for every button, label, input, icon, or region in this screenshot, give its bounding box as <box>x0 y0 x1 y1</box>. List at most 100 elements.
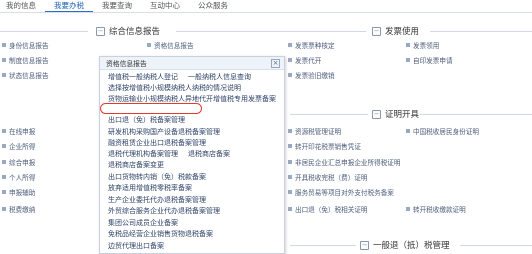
menu-item-label: 资格信息报告 <box>154 42 194 50</box>
menu-item[interactable]: 企业所得 <box>2 143 35 151</box>
popup-item[interactable]: 出口货物转内销（免）税款备案 <box>108 173 206 182</box>
menu-item[interactable]: 申报辅助 <box>2 189 35 197</box>
close-icon[interactable]: × <box>271 59 280 68</box>
popup-item-label[interactable]: 集团公司成员企业备案 <box>108 219 178 227</box>
section-line-bottom-b <box>460 239 532 251</box>
menu-item[interactable]: 自印发票申请 <box>406 57 453 65</box>
menu-item[interactable]: 税费缴纳 <box>2 206 35 214</box>
bullet-icon <box>2 190 6 194</box>
menu-item[interactable]: 开具税收完税（费）证明 <box>288 174 368 182</box>
popup-item[interactable]: 放弃适用增值税零税率备案 <box>108 184 192 193</box>
menu-item[interactable]: 资源税管理证明 <box>288 128 341 136</box>
menu-item-label: 个人所得 <box>9 174 36 182</box>
divider <box>430 31 532 32</box>
popup-item-label[interactable]: 外贸综合服务企业代办退税备案管理 <box>108 207 220 215</box>
tab-query[interactable]: 我要查询 <box>93 0 141 10</box>
menu-item[interactable]: 状态信息报告 <box>2 72 49 80</box>
menu-item[interactable]: 发票票种核定 <box>288 42 335 50</box>
popup-item[interactable]: 免税品经营企业销售货物退税备案 <box>108 230 213 239</box>
bullet-icon <box>288 175 292 179</box>
popup-item-label[interactable]: 出口货物转内销（免）税款备案 <box>108 173 206 181</box>
popup-item-label[interactable]: 出口退（免）税备案管理 <box>108 116 185 124</box>
menu-item[interactable]: 个人所得 <box>2 174 35 182</box>
divider <box>460 245 532 246</box>
popup-item-label[interactable]: 选择按增值税小规模纳税人纳税的情况说明 <box>108 84 241 92</box>
bullet-icon <box>2 58 6 62</box>
popup-item-label[interactable]: 边贸代理出口备案 <box>108 242 164 250</box>
menu-item-label: 转开税收缴款证明 <box>413 206 466 214</box>
popup-item-label[interactable]: 退税代理机构备案管理 <box>108 150 178 158</box>
menu-item[interactable]: 发票代开 <box>288 57 321 65</box>
menu-item[interactable]: 出口退（免）税相关证明 <box>288 206 368 214</box>
popup-item[interactable]: 边贸代理出口备案 <box>108 242 164 251</box>
bullet-icon <box>2 144 6 148</box>
menu-item-label: 资源税管理证明 <box>295 128 342 136</box>
popup-item-export-refund[interactable]: 出口退（免）税备案管理 <box>108 116 185 125</box>
popup-item-label[interactable]: 货物运输业小规模纳税人异地代开增值税专用发票备案 <box>108 95 276 103</box>
popup-item-label[interactable]: 一般纳税人信息查询 <box>188 73 251 81</box>
popup-item-label[interactable]: 研发机构采购国产设备退税备案管理 <box>108 128 220 136</box>
bullet-icon <box>2 175 6 179</box>
menu-item-label: 转开印花税票销售凭证 <box>295 143 361 151</box>
bullet-icon <box>288 73 292 77</box>
bullet-icon <box>406 207 410 211</box>
popup-item[interactable]: 研发机构采购国产设备退税备案管理 <box>108 128 220 137</box>
menu-item-label: 状态信息报告 <box>9 72 49 80</box>
tab-public-service[interactable]: 公众服务 <box>189 0 237 10</box>
popup-item[interactable]: 生产企业委托代办退税备案管理 <box>108 196 206 205</box>
menu-item-label: 出口退（免）税相关证明 <box>295 206 368 214</box>
popup-item[interactable]: 集团公司成员企业备案 <box>108 219 178 228</box>
popup-item-label[interactable]: 增值税一般纳税人登记 <box>108 73 178 81</box>
section-icon: − <box>372 109 381 119</box>
popup-item-label[interactable]: 退税商店备案变更 <box>108 161 164 169</box>
menu-item-label: 开具税收完税（费）证明 <box>295 174 368 182</box>
popup-item[interactable]: 增值税一般纳税人登记 一般纳税人信息查询 <box>108 73 251 82</box>
popup-item[interactable]: 退税商店备案变更 <box>108 161 164 170</box>
bullet-icon <box>288 58 292 62</box>
menu-item[interactable]: 转开印花税票销售凭证 <box>288 143 361 151</box>
menu-item[interactable]: 转开税收缴款证明 <box>406 206 466 214</box>
popup-item-label[interactable]: 放弃适用增值税零税率备案 <box>108 184 192 192</box>
menu-item[interactable]: 综合申报 <box>2 159 35 167</box>
menu-item[interactable]: 在线申报 <box>2 128 35 136</box>
popup-item-label[interactable]: 退税商店备案 <box>188 150 230 158</box>
section-icon: − <box>372 26 381 36</box>
bullet-icon <box>2 73 6 77</box>
popup-item-label[interactable]: 免税品经营企业销售货物退税备案 <box>108 230 213 238</box>
menu-item[interactable]: 发票验旧缴销 <box>288 72 335 80</box>
menu-item[interactable]: 制度信息报告 <box>2 57 49 65</box>
menu-item-label: 发票票种核定 <box>295 42 335 50</box>
section-title: 一般退（抵）税管理 <box>373 241 450 251</box>
menu-item[interactable]: 发票领用 <box>406 42 439 50</box>
menu-item[interactable]: 资格信息报告 <box>147 42 194 50</box>
menu-item-label: 中国税收居民身份证明 <box>413 128 479 136</box>
section-title: 综合信息报告 <box>109 27 161 37</box>
popup-item-label[interactable]: 生产企业委托代办退税备案管理 <box>108 196 206 204</box>
popup-item[interactable]: 融资租赁企业出口退税备案管理 <box>108 139 206 148</box>
bullet-icon <box>288 160 292 164</box>
bullet-icon <box>2 43 6 47</box>
menu-item[interactable]: 身份信息报告 <box>2 42 49 50</box>
divider <box>176 31 366 32</box>
popup-item-label[interactable]: 融资租赁企业出口退税备案管理 <box>108 139 206 147</box>
nav-divider <box>0 12 532 13</box>
section-line-left-a <box>0 25 96 37</box>
tab-my-info[interactable]: 我的信息 <box>0 0 45 10</box>
menu-item[interactable]: 非居民企业汇总申报企业所得税证明 <box>288 159 401 167</box>
tab-interaction[interactable]: 互动中心 <box>141 0 189 10</box>
section-line-mid <box>176 25 366 37</box>
section-line-right-b <box>290 108 368 120</box>
menu-item-label: 非居民企业汇总申报企业所得税证明 <box>295 159 401 167</box>
menu-item[interactable]: 服务贸易等项目对外支付税务备案 <box>288 189 394 197</box>
popup-item[interactable]: 选择按增值税小规模纳税人纳税的情况说明 <box>108 84 241 93</box>
menu-item[interactable]: 中国税收居民身份证明 <box>406 128 479 136</box>
popup-item[interactable]: 外贸综合服务企业代办退税备案管理 <box>108 207 220 216</box>
section-line-right-a <box>430 25 532 37</box>
highlight-annotation <box>100 103 202 114</box>
section-icon: − <box>360 240 369 250</box>
popup-title: 资格信息报告 <box>106 60 147 68</box>
popup-item[interactable]: 退税代理机构备案管理 退税商店备案 <box>108 150 230 159</box>
menu-item-label: 制度信息报告 <box>9 57 49 65</box>
menu-item-label: 综合申报 <box>9 159 36 167</box>
menu-item-label: 税费缴纳 <box>9 206 36 214</box>
